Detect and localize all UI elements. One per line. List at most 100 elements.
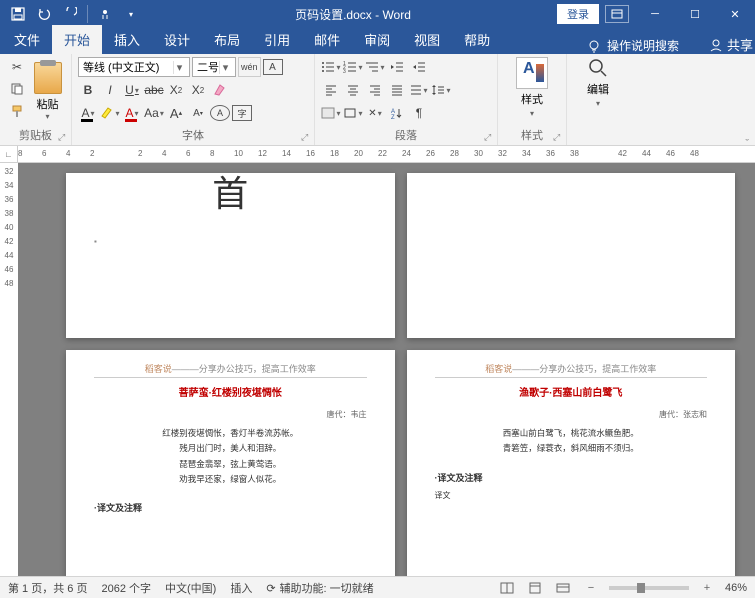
justify-button[interactable] [387,80,407,100]
align-left-button[interactable] [321,80,341,100]
superscript-button[interactable]: X2 [188,80,208,100]
font-color-button[interactable]: A▾ [122,103,142,123]
font-name-combo[interactable]: 等线 (中文正文)▾ [78,57,190,77]
bold-button[interactable]: B [78,80,98,100]
maximize-button[interactable]: ☐ [675,2,715,26]
phonetic-guide-button[interactable]: wén [238,57,261,77]
zoom-level[interactable]: 46% [725,582,747,594]
shrink-font-button[interactable]: A▾ [188,103,208,123]
undo-icon[interactable] [32,2,56,26]
clipboard-launcher-icon[interactable]: ⤢ [58,132,68,142]
collapse-ribbon-icon[interactable]: ˬ [745,129,749,141]
decrease-indent-button[interactable] [387,57,407,77]
view-print-layout-icon[interactable] [525,580,545,596]
redo-icon[interactable] [58,2,82,26]
asian-layout-button[interactable]: ✕▾ [365,103,385,123]
ribbon-tabs: 文件 开始 插入 设计 布局 引用 邮件 审阅 视图 帮助 操作说明搜索 共享 [0,28,755,54]
page-3[interactable]: 稻客说———分享办公技巧，提高工作效率 菩萨蛮·红楼别夜堪惆怅 唐代：韦庄 红楼… [66,350,395,576]
align-center-button[interactable] [343,80,363,100]
group-clipboard: ✂ 粘贴 ▾ 剪贴板 ⤢ [0,54,72,145]
align-right-button[interactable] [365,80,385,100]
strikethrough-button[interactable]: abc [144,80,164,100]
char-shading-button[interactable]: Aa▾ [144,103,164,123]
horizontal-ruler[interactable]: ∟ 8642 246810121416182022242628303234363… [0,146,755,163]
cut-icon[interactable]: ✂ [6,57,28,77]
close-button[interactable]: ✕ [715,2,755,26]
wen-label: wén [241,62,258,72]
svg-text:3: 3 [343,69,346,73]
group-font: 等线 (中文正文)▾ 二号▾ wén A B I U▾ abc X2 X2 A▾… [72,54,315,145]
styles-button[interactable]: 样式 ▾ [516,57,548,118]
zoom-in-button[interactable]: + [697,580,717,596]
tab-mail[interactable]: 邮件 [302,25,352,54]
line-spacing-button[interactable]: ▾ [431,80,451,100]
save-icon[interactable] [6,2,30,26]
ribbon-display-icon[interactable] [605,5,629,23]
window-title: 页码设置.docx - Word [149,6,557,23]
increase-indent-button[interactable] [409,57,429,77]
font-size-combo[interactable]: 二号▾ [192,57,236,77]
login-button[interactable]: 登录 [557,4,599,24]
minimize-button[interactable]: ─ [635,2,675,26]
shading-button[interactable]: ▾ [321,103,341,123]
bullets-button[interactable]: ▾ [321,57,341,77]
copy-icon[interactable] [6,79,28,99]
multilevel-list-button[interactable]: ▾ [365,57,385,77]
zoom-out-button[interactable]: − [581,580,601,596]
tab-insert[interactable]: 插入 [102,25,152,54]
tab-layout[interactable]: 布局 [202,25,252,54]
paragraph-launcher-icon[interactable]: ⤢ [484,132,494,142]
styles-launcher-icon[interactable]: ⤢ [553,132,563,142]
group-label-paragraph: 段落 [315,127,497,143]
view-read-mode-icon[interactable] [497,580,517,596]
tab-review[interactable]: 审阅 [352,25,402,54]
grow-font-button[interactable]: A▴ [166,103,186,123]
italic-button[interactable]: I [100,80,120,100]
editing-button[interactable]: 编辑 ▾ [587,57,609,108]
paste-icon [34,62,62,94]
font-launcher-icon[interactable]: ⤢ [301,132,311,142]
format-painter-icon[interactable] [6,101,28,121]
status-words[interactable]: 2062 个字 [101,580,151,596]
qat-dropdown-icon[interactable]: ▾ [119,2,143,26]
numbering-button[interactable]: 123▾ [343,57,363,77]
quick-access-toolbar: ▾ [0,2,149,26]
text-highlight-button[interactable]: A▾ [78,103,98,123]
highlight-color-button[interactable]: ▾ [100,103,120,123]
tab-help[interactable]: 帮助 [452,25,502,54]
enclose-char-button[interactable]: A [210,105,230,121]
sort-button[interactable]: AZ [387,103,407,123]
subscript-button[interactable]: X2 [166,80,186,100]
page-4[interactable]: 稻客说———分享办公技巧，提高工作效率 渔歌子·西塞山前白鹭飞 唐代：张志和 西… [407,350,736,576]
page-2[interactable] [407,173,736,338]
tab-home[interactable]: 开始 [52,25,102,54]
page1-heading: 首 [94,165,367,217]
tab-references[interactable]: 引用 [252,25,302,54]
change-case-button[interactable]: 字 [232,105,252,121]
clear-formatting-icon[interactable] [210,80,230,100]
tab-design[interactable]: 设计 [152,25,202,54]
paste-button[interactable]: 粘贴 ▾ [30,57,65,125]
char-border-button[interactable]: A [263,59,283,75]
tab-selector[interactable]: ∟ [0,146,18,162]
tell-me-search[interactable]: 操作说明搜索 [607,37,679,54]
status-mode[interactable]: 插入 [230,580,252,596]
share-label: 共享 [727,35,753,54]
distributed-button[interactable]: ▾ [409,80,429,100]
status-page[interactable]: 第 1 页，共 6 页 [8,580,87,596]
page3-body: 红楼别夜堪惆怅，香灯半卷流苏帐。残月出门时，美人和泪辞。琵琶金翡翠，弦上黄莺语。… [94,426,367,487]
borders-button[interactable]: ▾ [343,103,363,123]
zoom-thumb[interactable] [637,583,645,593]
view-web-layout-icon[interactable] [553,580,573,596]
show-marks-button[interactable]: ¶ [409,103,429,123]
status-lang[interactable]: 中文(中国) [165,580,216,596]
page-1[interactable]: 首 ▪ [66,173,395,338]
underline-button[interactable]: U▾ [122,80,142,100]
vertical-ruler[interactable]: 323436384042444648 [0,163,18,576]
share-button[interactable]: 共享 [709,35,753,54]
zoom-slider[interactable] [609,586,689,590]
status-a11y[interactable]: ⟳辅助功能: 一切就绪 [266,580,373,596]
touch-mode-icon[interactable] [93,2,117,26]
tab-view[interactable]: 视图 [402,25,452,54]
tab-file[interactable]: 文件 [2,25,52,54]
